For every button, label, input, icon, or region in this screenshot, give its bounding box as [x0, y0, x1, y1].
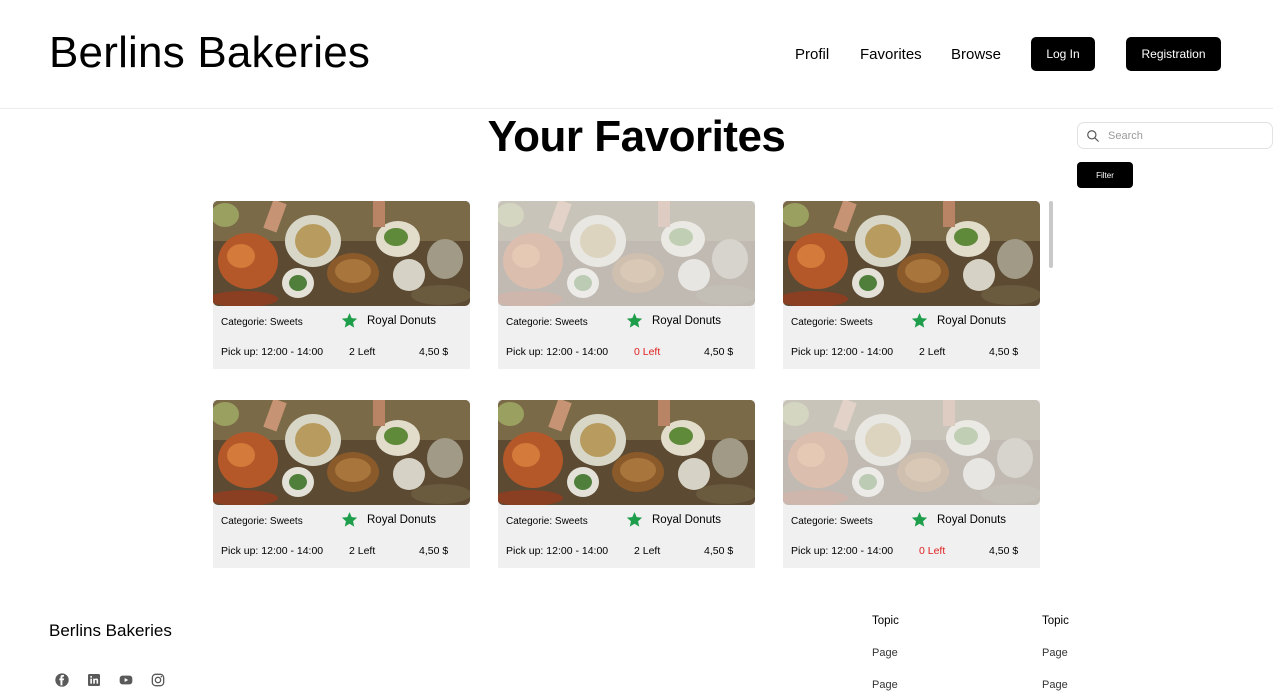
star-icon[interactable] — [911, 312, 928, 329]
card-category: Categorie: Sweets — [791, 516, 873, 527]
favorite-card[interactable]: Categorie: Sweets Royal Donuts Pick up: 12… — [783, 201, 1040, 369]
card-price: 4,50 $ — [989, 545, 1019, 557]
footer-link[interactable]: Page — [1042, 647, 1068, 659]
search-box[interactable] — [1077, 122, 1273, 149]
card-items-left: 0 Left — [919, 545, 946, 557]
food-photo — [783, 201, 1040, 306]
card-shop-name: Royal Donuts — [937, 315, 1007, 327]
star-icon[interactable] — [626, 511, 643, 528]
card-items-left: 2 Left — [349, 545, 376, 557]
card-shop-name: Royal Donuts — [367, 315, 437, 327]
filter-button[interactable]: Filter — [1077, 162, 1133, 188]
footer-brand: Berlins Bakeries — [49, 621, 172, 640]
card-category: Categorie: Sweets — [506, 516, 588, 527]
instagram-icon[interactable] — [150, 672, 166, 688]
card-price: 4,50 $ — [704, 545, 734, 557]
food-photo — [213, 400, 470, 505]
card-shop-name: Royal Donuts — [652, 514, 722, 526]
card-pickup-time: Pick up: 12:00 - 14:00 — [506, 346, 609, 358]
card-items-left: 0 Left — [634, 346, 661, 358]
card-category: Categorie: Sweets — [221, 516, 303, 527]
star-icon[interactable] — [911, 511, 928, 528]
favorite-card[interactable]: Categorie: Sweets Royal Donuts Pick up: 12… — [498, 400, 755, 568]
search-icon — [1087, 129, 1099, 142]
nav-profil[interactable]: Profil — [795, 46, 829, 63]
card-price: 4,50 $ — [419, 545, 449, 557]
footer-topic-2: Topic — [1042, 615, 1069, 627]
card-items-left: 2 Left — [919, 346, 946, 358]
card-category: Categorie: Sweets — [506, 317, 588, 328]
food-photo — [498, 400, 755, 505]
nav-browse[interactable]: Browse — [951, 46, 1001, 63]
card-pickup-time: Pick up: 12:00 - 14:00 — [506, 545, 609, 557]
search-input[interactable] — [1108, 129, 1258, 142]
star-icon[interactable] — [341, 511, 358, 528]
food-photo — [213, 201, 470, 306]
card-pickup-time: Pick up: 12:00 - 14:00 — [791, 346, 894, 358]
card-pickup-time: Pick up: 12:00 - 14:00 — [221, 545, 324, 557]
food-photo — [498, 201, 755, 306]
card-pickup-time: Pick up: 12:00 - 14:00 — [791, 545, 894, 557]
card-shop-name: Royal Donuts — [652, 315, 722, 327]
favorite-card[interactable]: Categorie: Sweets Royal Donuts Pick up: 12… — [213, 400, 470, 568]
card-shop-name: Royal Donuts — [937, 514, 1007, 526]
brand-logo[interactable]: Berlins Bakeries — [49, 28, 370, 78]
linkedin-icon[interactable] — [86, 672, 102, 688]
star-icon[interactable] — [341, 312, 358, 329]
card-items-left: 2 Left — [349, 346, 376, 358]
card-pickup-time: Pick up: 12:00 - 14:00 — [221, 346, 324, 358]
nav-favorites[interactable]: Favorites — [860, 46, 922, 63]
card-category: Categorie: Sweets — [221, 317, 303, 328]
favorite-card[interactable]: Categorie: Sweets Royal Donuts Pick up: 12… — [213, 201, 470, 369]
card-price: 4,50 $ — [704, 346, 734, 358]
card-price: 4,50 $ — [989, 346, 1019, 358]
card-price: 4,50 $ — [419, 346, 449, 358]
star-icon[interactable] — [626, 312, 643, 329]
login-button[interactable]: Log In — [1031, 37, 1095, 71]
registration-button[interactable]: Registration — [1126, 37, 1221, 71]
footer-link[interactable]: Page — [1042, 679, 1068, 691]
food-photo — [783, 400, 1040, 505]
footer-link[interactable]: Page — [872, 647, 898, 659]
favorite-card[interactable]: Categorie: Sweets Royal Donuts Pick up: 12… — [783, 400, 1040, 568]
scrollbar[interactable] — [1049, 201, 1053, 268]
youtube-icon[interactable] — [118, 672, 134, 688]
facebook-icon[interactable] — [54, 672, 70, 688]
favorite-card[interactable]: Categorie: Sweets Royal Donuts Pick up: 12… — [498, 201, 755, 369]
card-shop-name: Royal Donuts — [367, 514, 437, 526]
site-header: Berlins Bakeries Profil Favorites Browse… — [0, 0, 1273, 109]
card-category: Categorie: Sweets — [791, 317, 873, 328]
footer-link[interactable]: Page — [872, 679, 898, 691]
card-items-left: 2 Left — [634, 545, 661, 557]
footer-topic-1: Topic — [872, 615, 899, 627]
